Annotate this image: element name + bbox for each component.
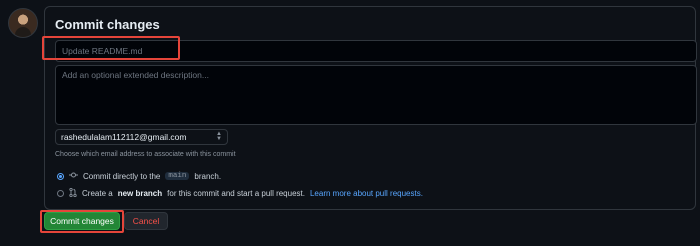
commit-description-textarea[interactable] bbox=[55, 65, 697, 125]
select-arrows-icon: ▲ ▼ bbox=[216, 131, 222, 142]
option-new-branch[interactable]: Create a new branch for this commit and … bbox=[57, 187, 423, 199]
option-direct-prefix: Commit directly to the bbox=[83, 171, 161, 181]
page-title: Commit changes bbox=[55, 17, 160, 32]
email-select-value: rashedulalam112112@gmail.com bbox=[61, 132, 187, 142]
git-pull-request-icon bbox=[69, 187, 77, 199]
commit-form: Commit changes rashedulalam112112@gmail.… bbox=[44, 6, 697, 210]
commit-page: Commit changes rashedulalam112112@gmail.… bbox=[0, 0, 700, 246]
email-help-text: Choose which email address to associate … bbox=[55, 151, 236, 158]
commit-changes-button[interactable]: Commit changes bbox=[44, 212, 120, 230]
branch-name-chip: main bbox=[165, 172, 190, 180]
radio-commit-direct[interactable] bbox=[57, 172, 64, 180]
commit-summary-input[interactable] bbox=[55, 40, 697, 62]
option-commit-direct[interactable]: Commit directly to the main branch. bbox=[57, 171, 221, 181]
git-commit-icon bbox=[69, 171, 78, 181]
option-direct-suffix: branch. bbox=[194, 171, 222, 181]
option-new-branch-bold: new branch bbox=[117, 189, 163, 198]
avatar bbox=[8, 8, 38, 38]
learn-more-link[interactable]: Learn more about pull requests. bbox=[310, 189, 423, 198]
option-new-branch-suffix: for this commit and start a pull request… bbox=[167, 189, 305, 198]
email-select[interactable]: rashedulalam112112@gmail.com ▲ ▼ bbox=[55, 129, 228, 145]
option-new-branch-prefix: Create a bbox=[82, 189, 113, 198]
radio-new-branch[interactable] bbox=[57, 190, 64, 197]
cancel-button[interactable]: Cancel bbox=[124, 212, 168, 230]
